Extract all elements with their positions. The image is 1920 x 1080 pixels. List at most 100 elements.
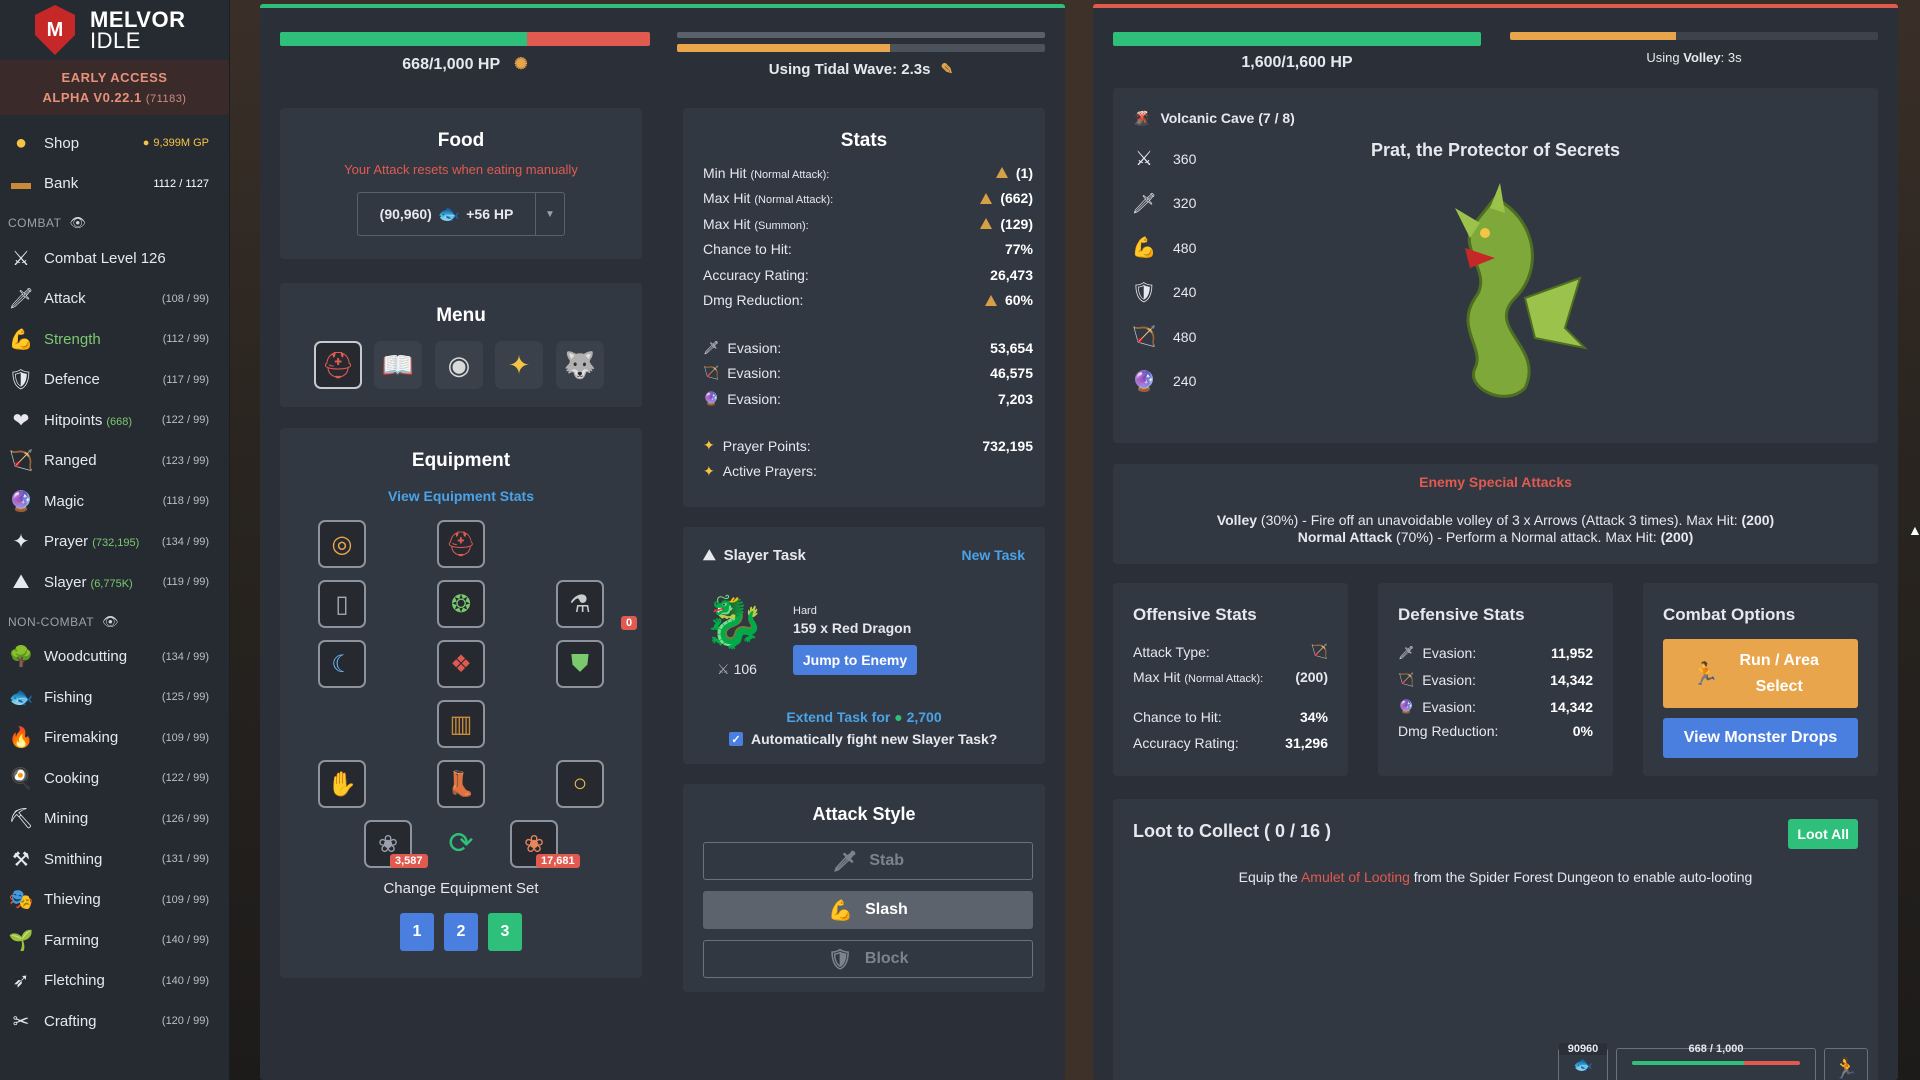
combat-header-label: COMBAT [8,216,62,230]
equipment-set-1-button[interactable]: 1 [400,913,434,951]
boots-slot[interactable]: 👢 [437,760,485,808]
weapon-slot[interactable]: ☾ [318,640,366,688]
eye-icon[interactable]: 👁 [69,215,86,231]
sidebar-item-ranged[interactable]: 🏹 Ranged (123 / 99) [0,441,229,482]
block-button[interactable]: 🛡 Block [703,940,1033,978]
sidebar-item-hitpoints[interactable]: ❤ Hitpoints (668) (122 / 99) [0,400,229,441]
sidebar-item-mining[interactable]: ⛏ Mining (126 / 99) [0,799,229,840]
view-equipment-stats-link[interactable]: View Equipment Stats [280,488,642,504]
special2-max: (200) [1660,529,1694,545]
dagger-icon: 🗡 [831,850,858,873]
attack-type-label: Attack Type: [1133,643,1210,660]
magic-icon: 🔮 [8,490,34,513]
stab-button[interactable]: 🗡 Stab [703,842,1033,880]
sidebar-item-magic[interactable]: 🔮 Magic (118 / 99) [0,481,229,522]
loot-title: Loot to Collect ( 0 / 16 ) [1133,821,1332,841]
sidebar-item-smithing[interactable]: ⚒ Smithing (131 / 99) [0,839,229,880]
accuracy-value: 31,296 [1285,734,1328,751]
summoning-wolf-icon[interactable]: 🐺 [556,341,604,389]
bank-label: Bank [44,175,79,193]
evasion-label: Evasion: [727,339,782,356]
auto-slayer-checkbox[interactable]: ✓ [729,732,743,746]
sidebar-item-bank[interactable]: ▬ Bank 1112 / 1127 [0,164,229,205]
stat-triangle-icon [984,294,997,306]
equipment-helmet-icon[interactable]: ⛑ [314,341,362,389]
sidebar-item-level: (108 / 99) [161,292,209,305]
stat-row: Dmg Reduction: 60% [703,288,1033,314]
evasion-label: Evasion: [727,390,781,407]
slash-button[interactable]: 💪 Slash [703,891,1033,929]
stab-label: Stab [869,852,905,869]
run-area-select-button[interactable]: 🏃 Run / Area Select [1663,639,1858,708]
sidebar-item-sub: (6,775K) [90,577,133,590]
loot-all-button[interactable]: Loot All [1788,819,1858,849]
monster-stat-row: 💪 480 [1131,235,1197,260]
sidebar-item-shop[interactable]: ● Shop ● 9,399M GP [0,123,229,164]
brand[interactable]: M MELVOR IDLE [0,0,229,60]
sidebar-item-level: (123 / 99) [161,454,209,467]
slayer-coin-icon: ● [894,709,903,725]
necklace-slot[interactable]: ❂ [437,580,485,628]
sidebar-item-level: (134 / 99) [161,535,209,548]
special-attacks-title: Enemy Special Attacks [1419,474,1572,490]
extend-task-link[interactable]: Extend Task for ● 2,700 [683,709,1045,725]
monster-stat-row: 🗡 320 [1131,191,1196,216]
sidebar-item-woodcutting[interactable]: 🌳 Woodcutting (134 / 99) [0,637,229,678]
stat-row: Chance to Hit: 77% [703,237,1033,263]
special2-text: (70%) - Perform a Normal attack. Max Hit… [1392,529,1661,545]
ancient-magic-icon[interactable]: ◉ [435,341,483,389]
spellbook-icon[interactable]: 📖 [374,341,422,389]
sidebar-item-strength[interactable]: 💪 Strength (112 / 99) [0,319,229,360]
body-slot[interactable]: ❖ [437,640,485,688]
sidebar-item-slayer[interactable]: ⛰ Slayer (6,775K) (119 / 99) [0,562,229,603]
crossed-swords-icon: ⚔ [12,247,30,270]
cape-slot[interactable]: ▯ [318,580,366,628]
helmet-slot[interactable]: ⛑ [437,520,485,568]
food-dropdown-button[interactable]: ▼ [536,209,564,220]
combat-header: COMBAT 👁 [0,208,229,238]
equipment-set-3-button[interactable]: 3 [488,913,522,951]
view-monster-drops-button[interactable]: View Monster Drops [1663,718,1858,758]
access-label: EARLY ACCESS [61,70,168,85]
sidebar-item-firemaking[interactable]: 🔥 Firemaking (109 / 99) [0,718,229,759]
evasion-label: Evasion: [1422,671,1476,688]
quiver-slot[interactable]: ⚗ [556,580,604,628]
amulet-of-looting-link[interactable]: Amulet of Looting [1301,869,1410,885]
mini-food-button[interactable]: 90960 🐟 [1558,1043,1608,1080]
gloves-slot[interactable]: ✋ [318,760,366,808]
enemy-hp-fill [1113,32,1481,46]
sidebar-item-combat[interactable]: ⚔ Combat Level 126 [0,238,229,279]
ring-slot[interactable]: ○ [556,760,604,808]
sidebar-item-fishing[interactable]: 🐟 Fishing (125 / 99) [0,677,229,718]
mini-run-button[interactable]: 🏃 [1824,1048,1868,1080]
sidebar-item-defence[interactable]: 🛡 Defence (117 / 99) [0,360,229,401]
eye-icon[interactable]: 👁 [102,614,119,630]
sidebar-item-fletching[interactable]: ➶ Fletching (140 / 99) [0,961,229,1002]
sidebar-item-crafting[interactable]: ✂ Crafting (120 / 99) [0,1001,229,1042]
new-task-link[interactable]: New Task [961,547,1025,563]
loot-card: Loot to Collect ( 0 / 16 ) Loot All Equi… [1113,799,1878,1080]
stats-title: Stats [840,130,888,151]
monster-stat-value: 480 [1173,239,1197,256]
jump-to-enemy-button[interactable]: Jump to Enemy [793,645,917,675]
sidebar-item-cooking[interactable]: 🍳 Cooking (122 / 99) [0,758,229,799]
sidebar-item-label: Prayer [44,533,89,551]
active-prayers-row: ✦ Active Prayers: [703,459,1033,485]
sidebar-item-thieving[interactable]: 🎭 Thieving (109 / 99) [0,880,229,921]
prayer-star-icon[interactable]: ✦ [495,341,543,389]
swap-summon-icon[interactable]: ⟳ [441,826,481,866]
sidebar-item-label: Ranged [44,452,97,470]
amulet-slot[interactable]: ◎ [318,520,366,568]
sidebar-item-prayer[interactable]: ✦ Prayer (732,195) (134 / 99) [0,522,229,563]
quiver-count-badge: 0 [621,616,638,630]
eat-food-button[interactable]: (90,960) 🐟 +56 HP ▼ [357,192,565,236]
sidebar-item-attack[interactable]: 🗡 Attack (108 / 99) [0,279,229,320]
run-icon: 🏃 [1691,660,1720,686]
shield-slot[interactable]: ⛊ [556,640,604,688]
sidebar-item-label: Crafting [44,1012,97,1030]
stat-label-small: (Summon): [754,219,809,232]
legs-slot[interactable]: ▥ [437,700,485,748]
defensive-evasion-row: 🗡 Evasion: 11,952 [1398,639,1593,666]
sidebar-item-farming[interactable]: 🌱 Farming (140 / 99) [0,920,229,961]
equipment-set-2-button[interactable]: 2 [444,913,478,951]
